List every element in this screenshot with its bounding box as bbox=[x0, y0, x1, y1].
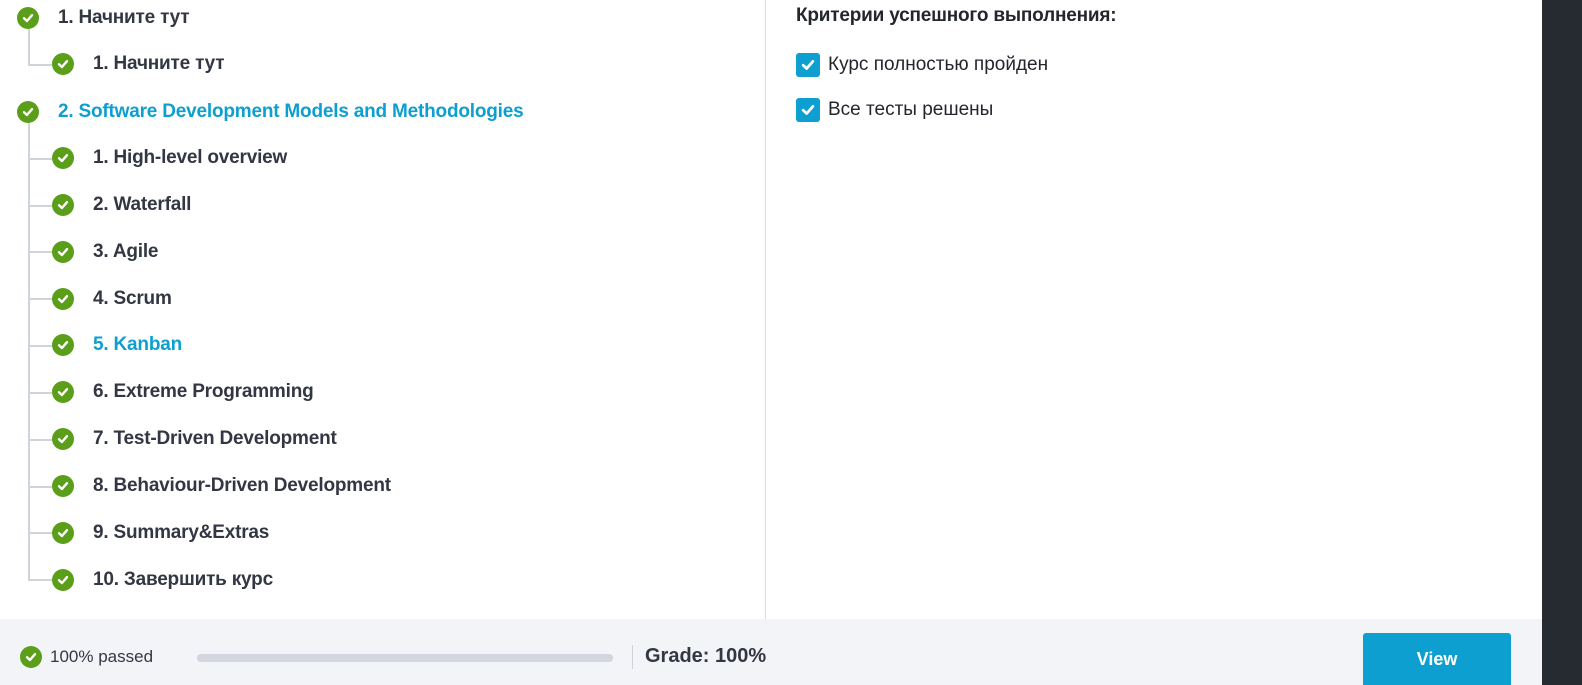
tree-branch bbox=[28, 392, 52, 394]
criterion-item: Все тесты решены bbox=[796, 97, 993, 123]
criterion-label: Все тесты решены bbox=[828, 99, 994, 120]
lesson-item-active[interactable]: 5. Kanban bbox=[52, 330, 182, 360]
check-circle-icon bbox=[17, 101, 39, 123]
section-label: 2. Software Development Models and Metho… bbox=[58, 101, 524, 122]
lesson-label: 1. High-level overview bbox=[93, 147, 288, 168]
checkbox-checked-icon bbox=[796, 53, 820, 77]
check-circle-icon bbox=[52, 522, 74, 544]
progress-fill bbox=[197, 654, 613, 662]
lesson-item[interactable]: 6. Extreme Programming bbox=[52, 377, 314, 407]
tree-branch bbox=[28, 532, 52, 534]
check-circle-icon bbox=[17, 7, 39, 29]
lesson-label: 4. Scrum bbox=[93, 288, 172, 309]
lesson-item[interactable]: 2. Waterfall bbox=[52, 190, 191, 220]
lesson-item[interactable]: 9. Summary&Extras bbox=[52, 518, 269, 548]
lesson-label: 5. Kanban bbox=[93, 334, 182, 355]
lesson-item[interactable]: 10. Завершить курс bbox=[52, 565, 273, 595]
passed-status: 100% passed bbox=[50, 647, 154, 666]
tree-connector-1 bbox=[28, 29, 30, 65]
check-circle-icon bbox=[52, 241, 74, 263]
grade-label: Grade: 100% bbox=[645, 645, 767, 667]
section-label: 1. Начните тут bbox=[58, 7, 190, 28]
tree-branch bbox=[28, 345, 52, 347]
checkbox-checked-icon bbox=[796, 98, 820, 122]
lesson-label: 9. Summary&Extras bbox=[93, 522, 270, 543]
check-circle-icon bbox=[52, 288, 74, 310]
section-2[interactable]: 2. Software Development Models and Metho… bbox=[17, 97, 524, 127]
tree-branch bbox=[28, 439, 52, 441]
check-circle-icon bbox=[52, 475, 74, 497]
lesson-label: 10. Завершить курс bbox=[93, 569, 273, 590]
check-circle-icon bbox=[52, 381, 74, 403]
tree-branch bbox=[28, 579, 52, 581]
footer-bar: 100% passed Grade: 100% View bbox=[0, 619, 1542, 685]
check-circle-icon bbox=[52, 334, 74, 356]
criteria-panel: Критерии успешного выполнения: Курс полн… bbox=[766, 0, 1542, 619]
check-circle-icon bbox=[52, 194, 74, 216]
tree-branch bbox=[28, 251, 52, 253]
lesson-item[interactable]: 1. Начните тут bbox=[52, 49, 225, 79]
lesson-item[interactable]: 4. Scrum bbox=[52, 284, 172, 314]
tree-connector-2 bbox=[28, 123, 30, 581]
window-edge bbox=[1542, 0, 1582, 685]
lesson-label: 1. Начните тут bbox=[93, 53, 225, 74]
footer-divider bbox=[632, 645, 633, 669]
tree-branch bbox=[28, 486, 52, 488]
progress-bar bbox=[197, 654, 613, 662]
criterion-label: Курс полностью пройден bbox=[828, 54, 1049, 75]
tree-branch bbox=[28, 205, 52, 207]
check-circle-icon bbox=[52, 147, 74, 169]
lesson-item[interactable]: 7. Test-Driven Development bbox=[52, 424, 337, 454]
check-circle-icon bbox=[52, 428, 74, 450]
lesson-label: 6. Extreme Programming bbox=[93, 381, 314, 402]
course-tree-panel: 1. Начните тут 1. Начните тут 2. Softwar… bbox=[0, 0, 765, 619]
criterion-item: Курс полностью пройден bbox=[796, 52, 1048, 78]
section-1[interactable]: 1. Начните тут bbox=[17, 3, 190, 33]
lesson-item[interactable]: 3. Agile bbox=[52, 237, 158, 267]
lesson-label: 3. Agile bbox=[93, 241, 159, 262]
tree-connector-1 bbox=[28, 64, 52, 66]
lesson-item[interactable]: 8. Behaviour-Driven Development bbox=[52, 471, 391, 501]
check-circle-icon bbox=[52, 569, 74, 591]
lesson-label: 7. Test-Driven Development bbox=[93, 428, 337, 449]
criteria-title: Критерии успешного выполнения: bbox=[796, 5, 1117, 26]
check-circle-icon bbox=[52, 53, 74, 75]
lesson-label: 8. Behaviour-Driven Development bbox=[93, 475, 391, 496]
lesson-item[interactable]: 1. High-level overview bbox=[52, 143, 287, 173]
view-button[interactable]: View bbox=[1363, 633, 1511, 685]
check-circle-icon bbox=[20, 646, 42, 668]
lesson-label: 2. Waterfall bbox=[93, 194, 192, 215]
tree-branch bbox=[28, 158, 52, 160]
tree-branch bbox=[28, 298, 52, 300]
